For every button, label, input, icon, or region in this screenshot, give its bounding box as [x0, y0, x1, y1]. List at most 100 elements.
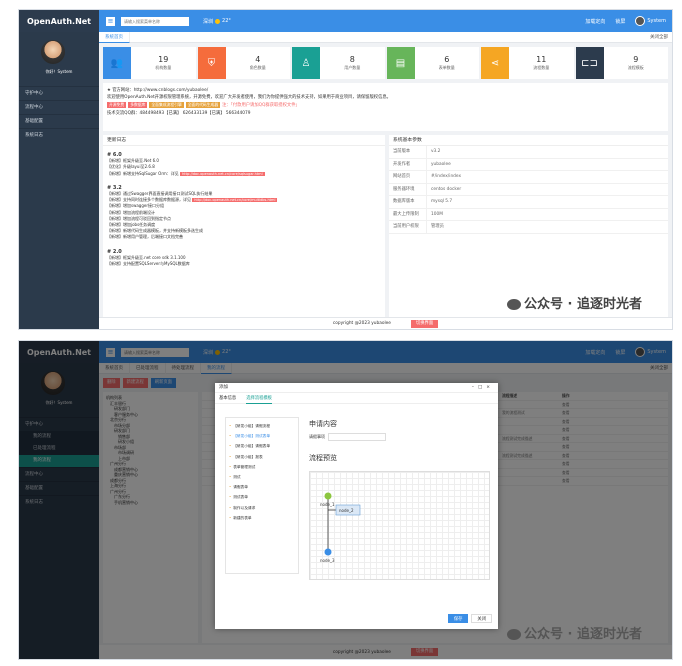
- template-item[interactable]: 新建的表单: [229, 513, 295, 523]
- nav-item-logs[interactable]: 系统日志: [19, 128, 99, 142]
- end-node-icon: [324, 548, 332, 556]
- param-value: 管理员: [431, 224, 444, 229]
- leave-input[interactable]: [328, 433, 386, 441]
- maximize-icon[interactable]: □: [478, 385, 486, 390]
- stat-value: 4: [255, 55, 261, 64]
- stat-value: 11: [536, 55, 547, 64]
- add-flow-dialog: 添加 –□× 基本信息 选择流程模板 【研发小组】请假流程 【研发小组】测试表单…: [215, 383, 498, 629]
- contact-text: 技术交流QQ群：484498493【已满】 626433139【已满】 5663…: [107, 111, 251, 116]
- feature-tags: 开源免费 多数据库 全面集成流程引擎 全面的代码生成器 注：「付款用户请加QQ群…: [107, 102, 664, 109]
- stat-card[interactable]: 👥 19 机构数量: [103, 47, 196, 79]
- menu-search-input[interactable]: [121, 16, 189, 26]
- stat-value: 8: [349, 55, 355, 64]
- save-button[interactable]: 保存: [447, 614, 469, 623]
- stat-card[interactable]: ⋖ 11 流程数量: [481, 47, 574, 79]
- dialog-title: 添加: [219, 385, 228, 390]
- template-item[interactable]: 制作以及请求: [229, 503, 295, 513]
- template-item[interactable]: 请假表单: [229, 482, 295, 492]
- stat-value: 6: [444, 55, 450, 64]
- template-item[interactable]: 【研发小组】报表: [229, 452, 295, 462]
- feature-tag: 全面的代码生成器: [185, 102, 221, 108]
- template-item[interactable]: 测试: [229, 472, 295, 482]
- nav-item-flow[interactable]: 流程中心: [19, 100, 99, 114]
- watermark-text: 公众号 · 追逐时光者: [524, 627, 642, 642]
- stat-value: 19: [158, 55, 169, 64]
- switch-layout-button[interactable]: 切换界面: [410, 319, 439, 328]
- sidebar: 你好！System 守护中心 流程中心 基础配置 系统日志: [19, 32, 99, 329]
- tab-select-template[interactable]: 选择流程模板: [246, 393, 272, 404]
- form-icon: ▤: [386, 47, 415, 79]
- close-button[interactable]: 关闭: [471, 614, 492, 623]
- template-icon: ⊏⊐: [575, 47, 604, 79]
- stat-card[interactable]: ♙ 8 用户数量: [292, 47, 385, 79]
- changelog-title: 更新日志: [103, 135, 385, 146]
- log-item: 【新增】新增用户管理，后端接口文档完善: [107, 234, 183, 240]
- param-key: 最大上传限制: [389, 208, 427, 220]
- dialog-right: 申请内容 请假事项 流程预览 node_1 node_2 node_3: [309, 419, 490, 580]
- changelog-panel: 更新日志 # 6.0 【新增】框架升级至.Net 6.0 【优化】升级layui…: [103, 135, 385, 321]
- watermark: 公众号 · 追逐时光者: [507, 623, 642, 642]
- user-icon: ♙: [292, 47, 320, 79]
- watermark: 公众号 · 追逐时光者: [507, 293, 642, 312]
- param-row: 网站首页 #/index/index: [389, 171, 668, 184]
- share-icon: ⋖: [481, 47, 509, 79]
- param-key: 开发作者: [389, 158, 427, 170]
- site-link[interactable]: ★ 官方网站：http://www.cnblogs.com/yubaolee/: [107, 87, 664, 94]
- nav-item-config[interactable]: 基础配置: [19, 114, 99, 128]
- template-item[interactable]: 表单管理测试: [229, 462, 295, 472]
- feature-tag: 多数据库: [128, 102, 148, 108]
- dialog-header: 添加 –□×: [215, 383, 498, 393]
- menu-toggle-icon[interactable]: ≡: [106, 16, 115, 26]
- param-row: 最大上传限制 100M: [389, 208, 668, 221]
- top-bar: ≡ 深圳 22° 加载定向 锁屏 System: [99, 10, 672, 32]
- log-item: 【新增】支持同时连接多个数据库数据源，详见: [107, 197, 191, 203]
- apply-section-title: 申请内容: [309, 420, 337, 428]
- param-value: v3.2: [431, 149, 441, 154]
- footer: copyright @2023 yubaolee 切换界面: [99, 317, 672, 329]
- close-all-tabs[interactable]: 关闭全部: [650, 32, 668, 43]
- param-key: 当前用户权限: [389, 221, 427, 233]
- stat-card[interactable]: ⊏⊐ 9 流程模板: [575, 47, 668, 79]
- shield-icon: ⛨: [197, 47, 226, 79]
- doc-link[interactable]: http://doc.openauth.net.cn/core/multidbs…: [192, 198, 278, 203]
- param-row: 当前用户权限 管理员: [389, 221, 668, 234]
- user-avatar-small[interactable]: [635, 16, 646, 26]
- param-row: 开发作者 yubaolee: [389, 158, 668, 171]
- template-item[interactable]: 【研发小组】请假流程: [229, 421, 295, 431]
- sun-icon: [215, 18, 221, 24]
- reload-link[interactable]: 加载定向: [585, 18, 605, 25]
- weather-temp: 22°: [222, 18, 231, 24]
- dialog-footer: 保存 关闭: [447, 614, 492, 623]
- tab-basic-info[interactable]: 基本信息: [219, 393, 236, 404]
- top-user-name[interactable]: System: [647, 18, 666, 24]
- feature-tag: 全面集成流程引擎: [149, 102, 184, 108]
- weather-label: 深圳: [203, 18, 214, 25]
- param-key: 当前版本: [389, 146, 427, 158]
- nav-item-guard[interactable]: 守护中心: [19, 86, 99, 100]
- field-label: 请假事项: [309, 434, 325, 439]
- close-icon[interactable]: ×: [486, 385, 494, 390]
- flow-preview: node_1 node_2 node_3: [309, 471, 490, 580]
- stat-label: 机构数量: [155, 65, 172, 70]
- template-item[interactable]: 【研发小组】请假表单: [229, 441, 295, 451]
- param-value: mysql 5.7: [431, 199, 453, 204]
- copyright: copyright @2023 yubaolee: [332, 321, 391, 326]
- doc-link[interactable]: http://doc.openauth.net.cn/core/sqlsugar…: [180, 171, 265, 176]
- node-label: node_3: [320, 558, 335, 563]
- log-item: 【新增】支持配置SQLServer与MySQL数据库: [107, 261, 190, 267]
- template-item-selected[interactable]: 【研发小组】测试表单: [229, 431, 295, 441]
- param-value: 100M: [431, 211, 443, 217]
- param-value: #/index/index: [431, 174, 462, 179]
- param-row: 数据库版本 mysql 5.7: [389, 196, 668, 209]
- lock-link[interactable]: 锁屏: [615, 18, 625, 25]
- stat-label: 角色数量: [249, 65, 266, 70]
- stat-card[interactable]: ▤ 6 表单数量: [386, 47, 479, 79]
- dialog-controls: –□×: [472, 383, 494, 393]
- tab-bar: 系统首页 关闭全部: [99, 31, 672, 43]
- stat-card[interactable]: ⛨ 4 角色数量: [197, 47, 290, 79]
- param-key: 网站首页: [389, 171, 427, 183]
- template-item[interactable]: 测试表单: [229, 492, 295, 502]
- people-icon: 👥: [103, 47, 131, 79]
- feature-tag: 开源免费: [107, 102, 127, 108]
- tab-home[interactable]: 系统首页: [99, 31, 130, 43]
